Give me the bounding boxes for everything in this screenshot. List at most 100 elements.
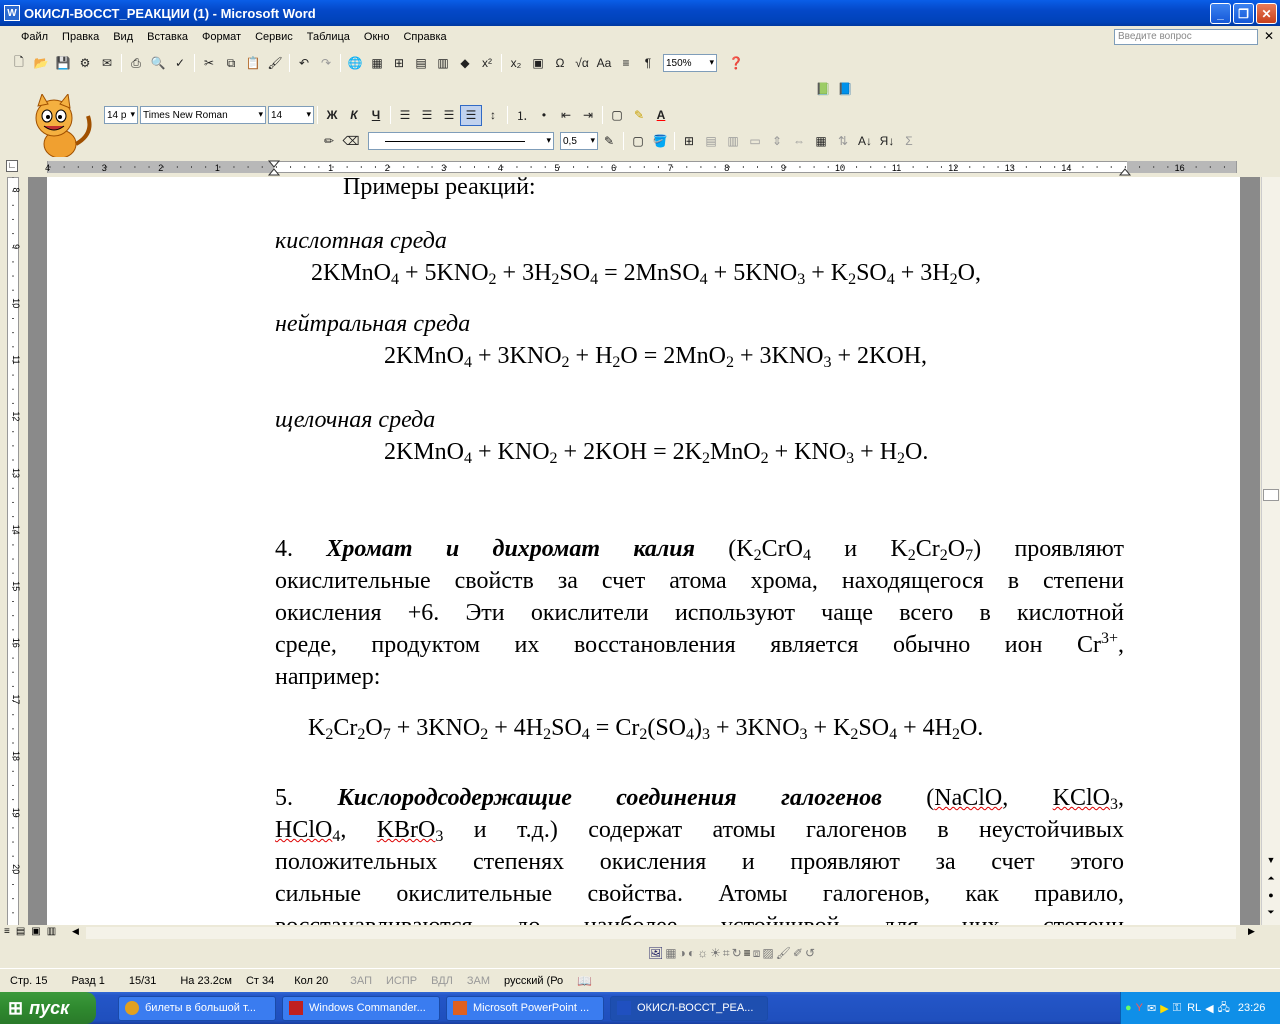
more-contrast-icon[interactable]: ◑ xyxy=(679,946,686,961)
status-rec[interactable]: ЗАП xyxy=(350,975,372,987)
underline-icon[interactable]: Ч xyxy=(365,105,387,126)
subscript-icon[interactable]: x₂ xyxy=(505,53,527,74)
menu-edit[interactable]: Правка xyxy=(55,31,106,43)
text-direction-icon[interactable]: ⇅ xyxy=(832,131,854,152)
menu-view[interactable]: Вид xyxy=(106,31,140,43)
eraser-icon[interactable]: ⌫ xyxy=(340,131,362,152)
insert-table-2-icon[interactable]: ⊞ xyxy=(678,131,700,152)
line-weight-select[interactable]: 0,5 xyxy=(560,132,598,150)
permission-icon[interactable]: ⚙ xyxy=(74,53,96,74)
less-brightness-icon[interactable]: ☀ xyxy=(710,946,721,961)
align-center-icon[interactable]: ☰ xyxy=(416,105,438,126)
view-buttons[interactable]: ≡▤▣▥ xyxy=(4,926,62,937)
columns-icon[interactable]: ▥ xyxy=(432,53,454,74)
bullets-icon[interactable]: • xyxy=(533,105,555,126)
status-language[interactable]: русский (Ро xyxy=(504,975,563,987)
split-cells-icon[interactable]: ▥ xyxy=(722,131,744,152)
paste-icon[interactable]: 📋 xyxy=(242,53,264,74)
status-overtype[interactable]: ЗАМ xyxy=(467,975,490,987)
autoformat-icon[interactable]: ▦ xyxy=(810,131,832,152)
translate-icon[interactable]: 📘 xyxy=(834,79,856,100)
color-icon[interactable]: ▦ xyxy=(665,946,676,961)
borders-icon[interactable]: ▢ xyxy=(606,105,628,126)
copy-icon[interactable]: ⧉ xyxy=(220,53,242,74)
align-right-icon[interactable]: ☰ xyxy=(438,105,460,126)
undo-icon[interactable]: ↶ xyxy=(293,53,315,74)
align-left-icon[interactable]: ☰ xyxy=(394,105,416,126)
browse-object-icon[interactable]: ● xyxy=(1263,890,1279,906)
tab-selector[interactable]: ∟ xyxy=(6,160,18,172)
insert-excel-icon[interactable]: ▤ xyxy=(410,53,432,74)
drawing-icon[interactable]: ◆ xyxy=(454,53,476,74)
line-style-icon[interactable]: ≡ xyxy=(744,946,751,961)
scroll-left-arrow[interactable]: ◀ xyxy=(72,926,79,937)
menu-table[interactable]: Таблица xyxy=(300,31,357,43)
spelling-status-icon[interactable]: 📖 xyxy=(577,974,592,988)
email-icon[interactable]: ✉ xyxy=(96,53,118,74)
less-contrast-icon[interactable]: ◐ xyxy=(688,946,695,961)
numbering-icon[interactable]: ⒈ xyxy=(511,105,533,126)
reset-picture-icon[interactable]: ↺ xyxy=(805,946,815,961)
left-indent-marker[interactable] xyxy=(267,168,281,176)
tray-icon-1[interactable]: ● xyxy=(1125,1002,1132,1014)
shading-icon[interactable]: 🪣 xyxy=(649,131,671,152)
status-track[interactable]: ИСПР xyxy=(386,975,417,987)
font-select[interactable]: Times New Roman xyxy=(140,106,266,124)
insert-table-icon[interactable]: ⊞ xyxy=(388,53,410,74)
crop-icon[interactable]: ⌗ xyxy=(723,946,730,961)
tray-icon-4[interactable]: ▶ xyxy=(1160,1002,1168,1015)
open-folder-icon[interactable]: 📂 xyxy=(30,53,52,74)
sort-asc-icon[interactable]: A↓ xyxy=(854,131,876,152)
merge-cells-icon[interactable]: ▤ xyxy=(700,131,722,152)
close-document-icon[interactable]: ✕ xyxy=(1264,29,1274,43)
word-app-icon[interactable]: W xyxy=(4,5,20,21)
justify-icon[interactable]: ☰ xyxy=(460,104,482,126)
sort-desc-icon[interactable]: Я↓ xyxy=(876,131,898,152)
redo-icon[interactable]: ↷ xyxy=(315,53,337,74)
cut-icon[interactable]: ✂ xyxy=(198,53,220,74)
scroll-thumb[interactable] xyxy=(1263,489,1279,501)
tray-network-icon[interactable]: 🖧 xyxy=(1218,999,1230,1018)
zoom-select[interactable]: 150% xyxy=(663,54,717,72)
format-painter-icon[interactable]: 🖌 xyxy=(264,53,286,74)
task-powerpoint[interactable]: Microsoft PowerPoint ... xyxy=(446,995,604,1021)
menu-insert[interactable]: Вставка xyxy=(140,31,195,43)
insert-picture-icon[interactable]: 🖼 xyxy=(648,946,663,961)
first-line-indent-marker[interactable] xyxy=(267,160,281,168)
close-button[interactable]: ✕ xyxy=(1256,3,1277,24)
tray-expand-icon[interactable]: ◀ xyxy=(1205,1002,1213,1015)
previous-page-icon[interactable]: ⏶ xyxy=(1263,873,1279,889)
office-assistant-cat[interactable] xyxy=(14,94,106,160)
bold-icon[interactable]: Ж xyxy=(321,105,343,126)
font-color-icon[interactable]: A xyxy=(650,105,672,126)
equation-icon[interactable]: √α xyxy=(571,53,593,74)
hyperlink-icon[interactable]: 🌐 xyxy=(344,53,366,74)
distribute-rows-icon[interactable]: ⇕ xyxy=(766,131,788,152)
tray-icon-3[interactable]: ✉ xyxy=(1147,1002,1156,1015)
rotate-icon[interactable]: ↻ xyxy=(732,946,742,961)
research-icon[interactable]: 📗 xyxy=(812,79,834,100)
spelling-icon[interactable]: ✓ xyxy=(169,53,191,74)
document-page[interactable]: Примеры реакций: кислотная среда 2KMnO4 … xyxy=(47,177,1240,927)
symbol-omega-icon[interactable]: Ω xyxy=(549,53,571,74)
task-word[interactable]: ОКИСЛ-ВОССТ_РЕА... xyxy=(610,995,768,1021)
line-spacing-icon[interactable]: ↕ xyxy=(482,105,504,126)
horizontal-ruler[interactable]: 4 3 2 1 1 2 3 4 5 6 7 8 9 10 11 12 13 14 16 ∟ xyxy=(0,157,1280,177)
tables-borders-icon[interactable]: ▦ xyxy=(366,53,388,74)
outside-border-icon[interactable]: ▢ xyxy=(627,131,649,152)
font-size-select[interactable]: 14 xyxy=(268,106,314,124)
decrease-indent-icon[interactable]: ⇤ xyxy=(555,105,577,126)
vertical-ruler[interactable]: 8 9 10 11 12 13 14 15 16 17 18 19 20 xyxy=(0,177,28,927)
tray-icon-5[interactable]: ⚿ xyxy=(1173,1002,1181,1015)
menu-help[interactable]: Справка xyxy=(396,31,453,43)
read-icon[interactable]: ≡ xyxy=(615,53,637,74)
status-extend[interactable]: ВДЛ xyxy=(431,975,453,987)
format-picture-icon[interactable]: 🖌 xyxy=(776,946,791,961)
tray-clock[interactable]: 23:26 xyxy=(1238,1002,1266,1014)
horizontal-scrollbar[interactable]: ≡▤▣▥ ◀ ▶ xyxy=(0,925,1280,942)
set-transparent-icon[interactable]: ✐ xyxy=(793,946,803,961)
menu-tools[interactable]: Сервис xyxy=(248,31,300,43)
highlight-icon[interactable]: ✎ xyxy=(628,105,650,126)
next-page-icon[interactable]: ⏷ xyxy=(1263,907,1279,923)
help-search-input[interactable]: Введите вопрос xyxy=(1114,29,1258,45)
